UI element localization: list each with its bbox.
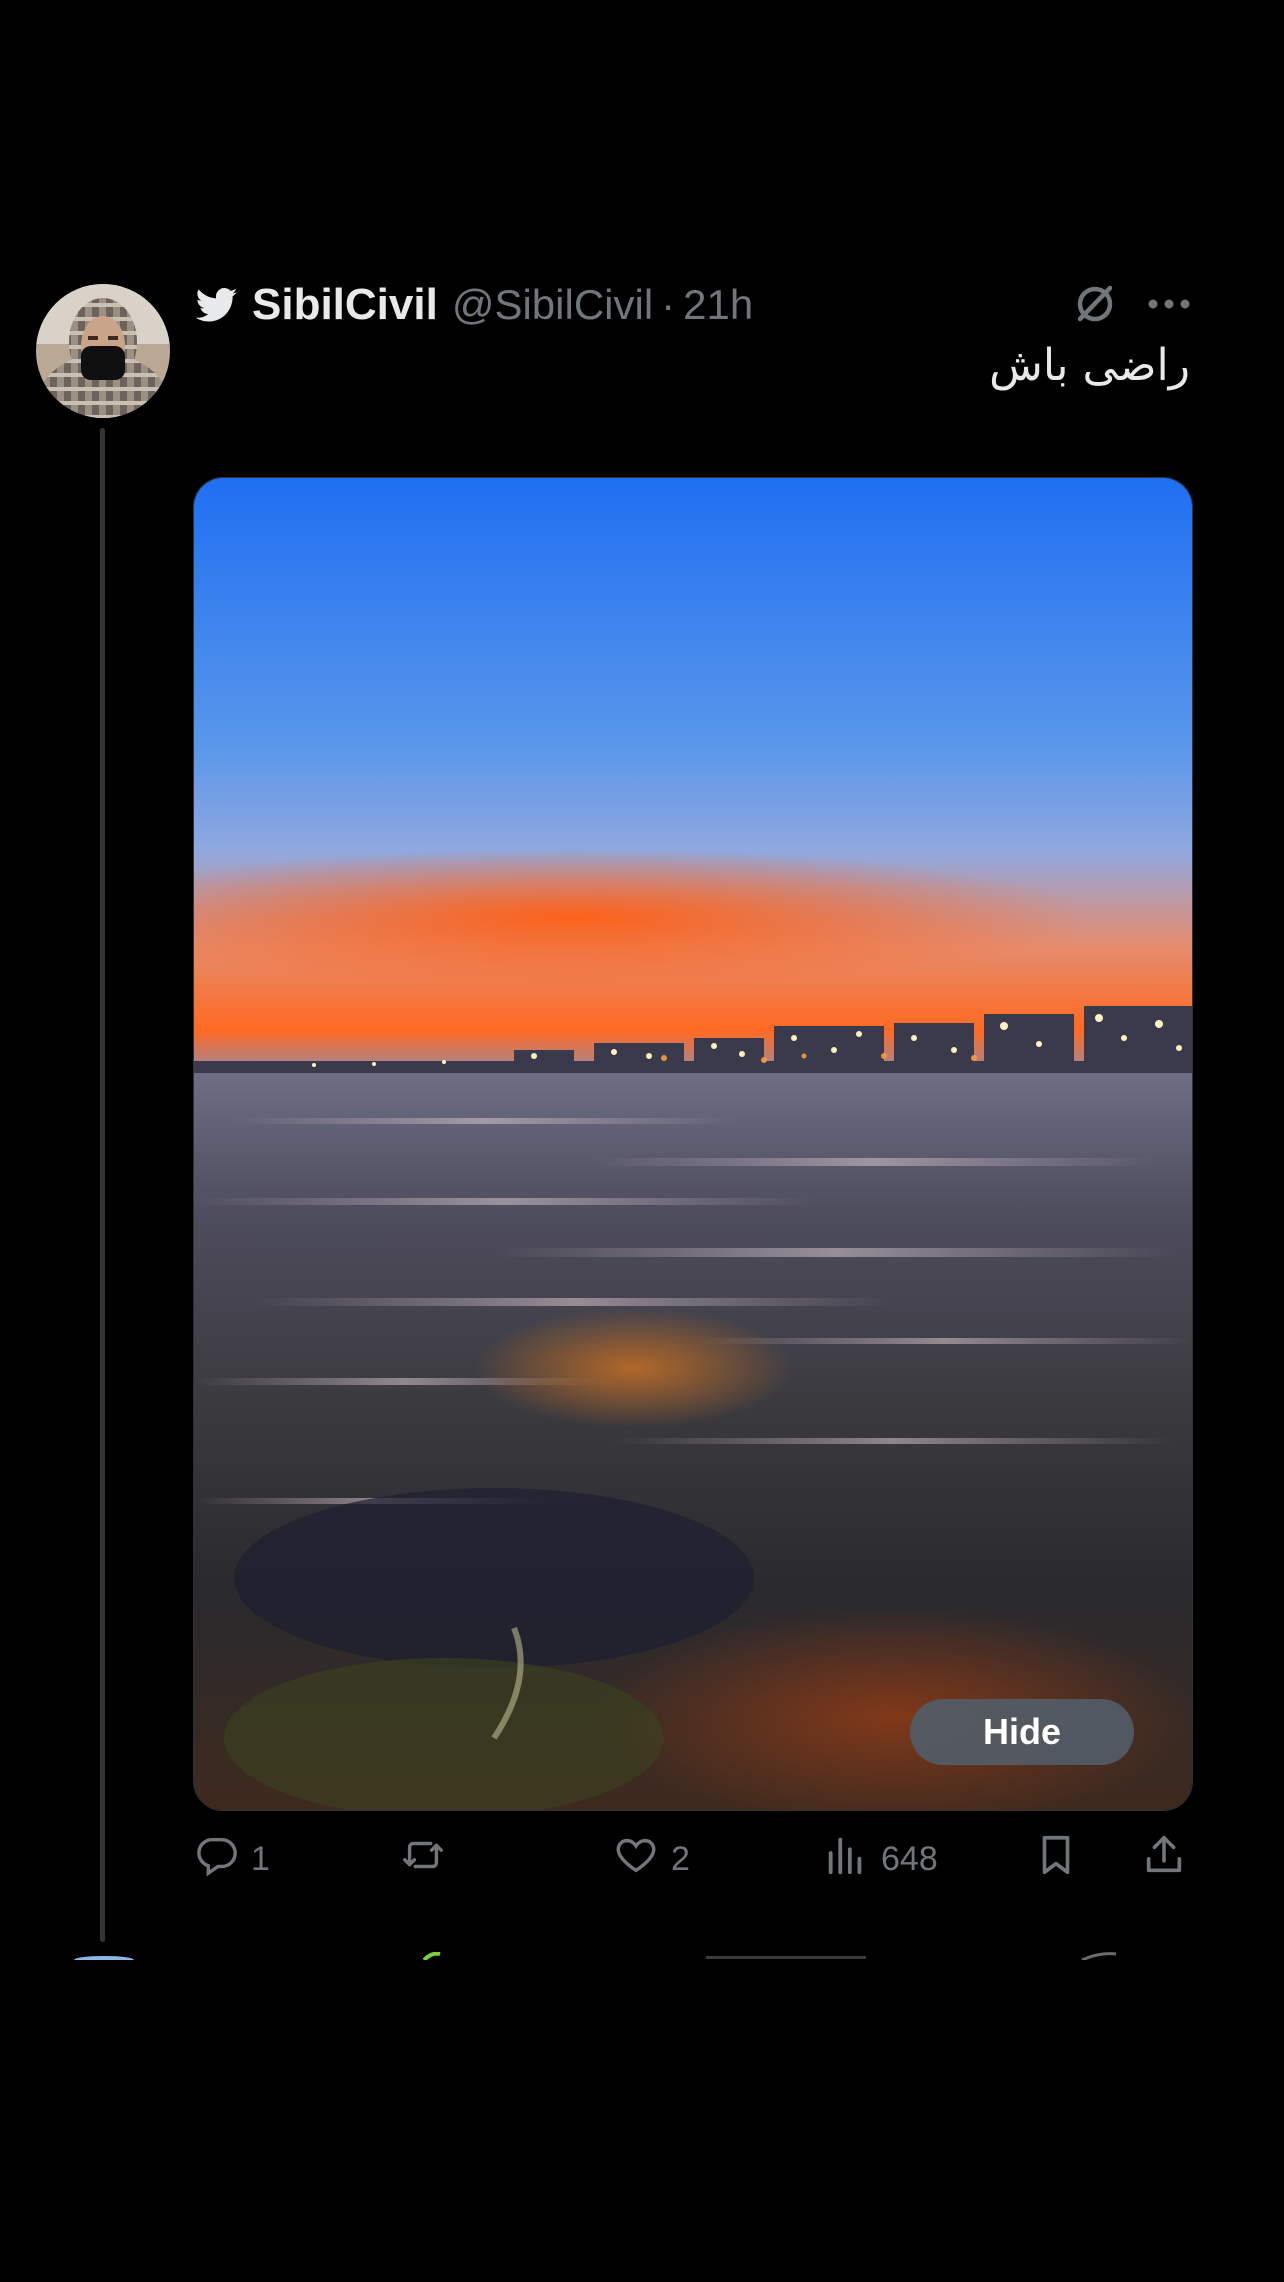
retweet-icon: [400, 1832, 446, 1887]
sunset-sea-photo: [194, 478, 1192, 1810]
bookmark-button[interactable]: [1033, 1830, 1079, 1888]
avatar[interactable]: [36, 284, 170, 418]
separator-dot: ·: [661, 281, 676, 328]
share-button[interactable]: [1141, 1830, 1187, 1888]
tweet-media-image[interactable]: [193, 477, 1193, 1811]
user-handle[interactable]: @SibilCivil: [452, 281, 653, 329]
tweet-actions: 1 2 648: [193, 1830, 1193, 1888]
like-button[interactable]: 2: [613, 1830, 690, 1888]
more-icon[interactable]: [1144, 284, 1194, 324]
like-count: 2: [671, 1839, 690, 1878]
retweet-button[interactable]: [400, 1830, 458, 1888]
views-icon: [823, 1832, 869, 1887]
thread-line: [100, 428, 105, 1942]
reply-icon: [193, 1832, 239, 1887]
share-icon: [1141, 1832, 1187, 1887]
hide-media-button[interactable]: Hide: [910, 1699, 1134, 1765]
tweet-text: راضی باش: [989, 340, 1190, 391]
views-button[interactable]: 648: [823, 1830, 938, 1888]
views-count: 648: [881, 1839, 938, 1878]
bookmark-icon: [1033, 1832, 1079, 1887]
reply-count: 1: [251, 1839, 270, 1878]
twitter-bird-icon: [196, 284, 238, 326]
tweet-timestamp[interactable]: 21h: [683, 281, 753, 329]
grok-icon[interactable]: [1070, 278, 1120, 328]
reply-button[interactable]: 1: [193, 1830, 270, 1888]
avatar-image: [36, 284, 170, 418]
tweet-header: SibilCivil @SibilCivil · 21h: [196, 272, 1196, 338]
heart-icon: [613, 1832, 659, 1887]
display-name[interactable]: SibilCivil: [252, 280, 438, 330]
next-tweet-peek: [74, 1952, 1117, 1960]
